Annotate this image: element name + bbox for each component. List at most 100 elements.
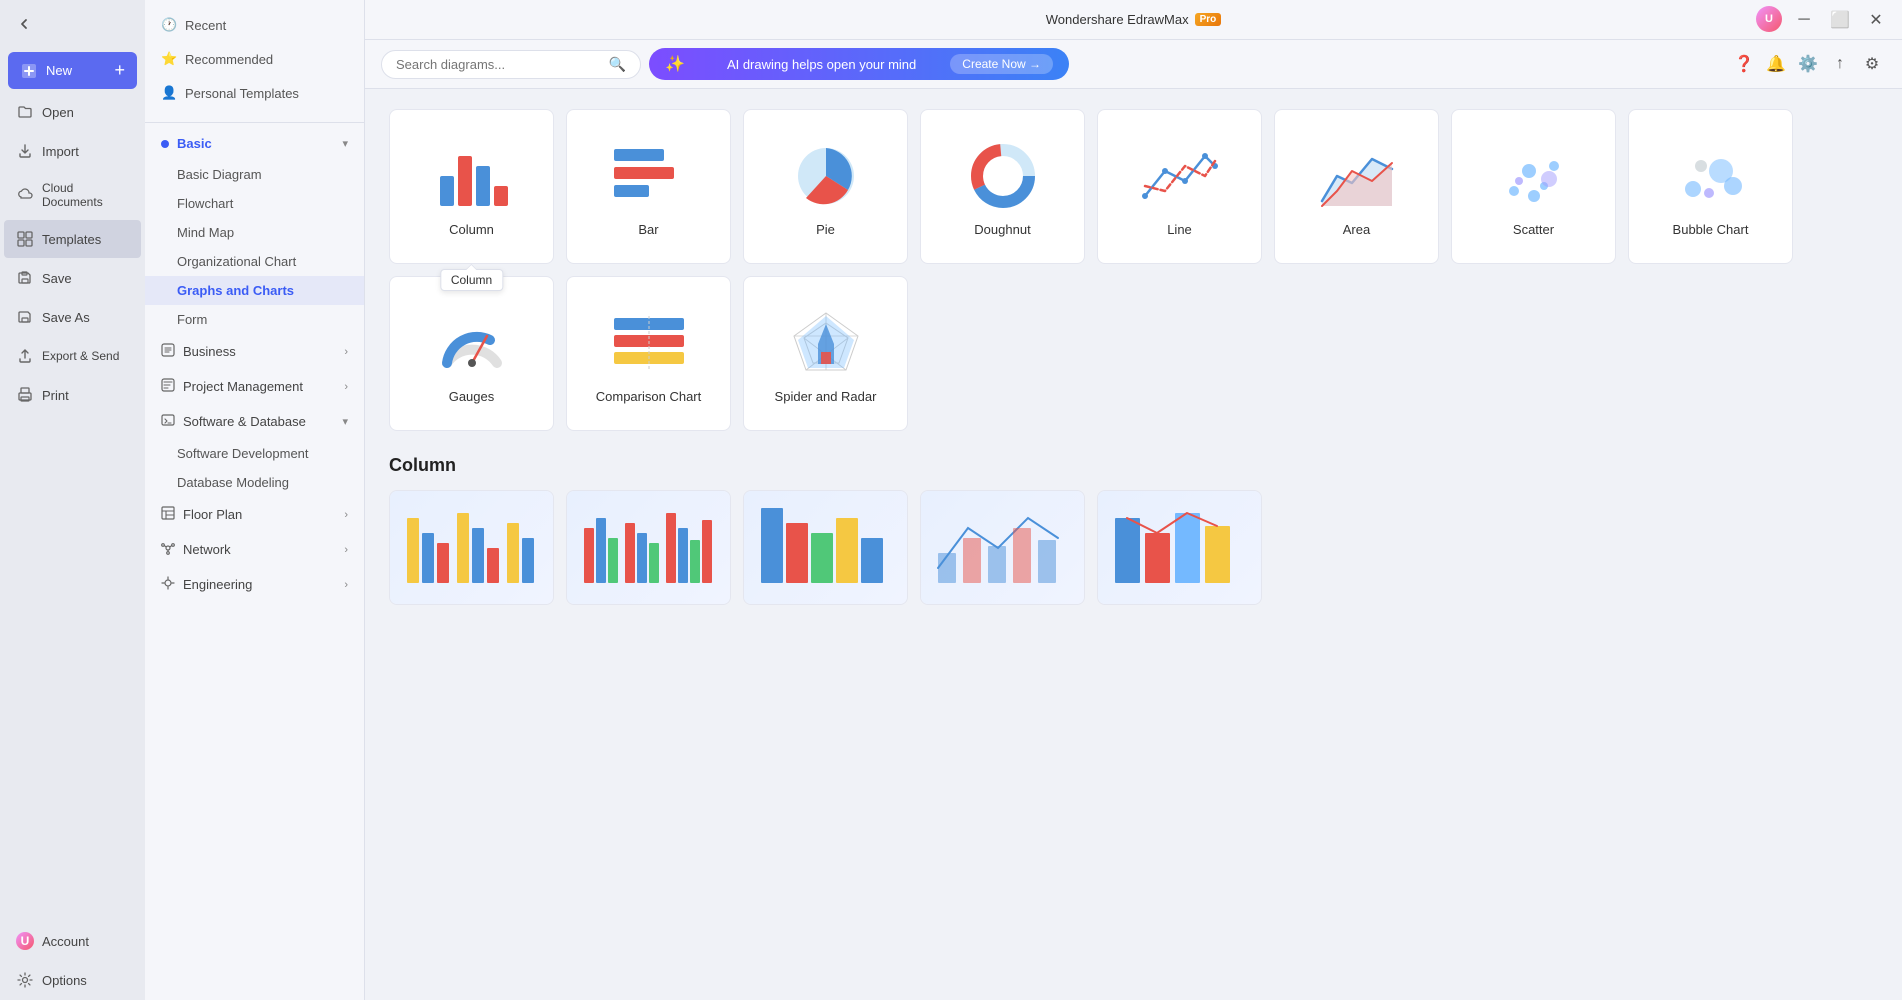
open-label: Open xyxy=(42,105,74,120)
top-user-avatar[interactable]: U xyxy=(1756,6,1782,32)
import-label: Import xyxy=(42,144,79,159)
bar-label: Bar xyxy=(638,222,658,237)
template-thumb-5 xyxy=(1098,491,1261,604)
middle-sub-db-modeling[interactable]: Database Modeling xyxy=(145,468,364,497)
chart-card-spider[interactable]: Spider and Radar xyxy=(743,276,908,431)
middle-floor[interactable]: Floor Plan › xyxy=(145,497,364,532)
user-avatar: U xyxy=(16,932,34,950)
template-thumb-4 xyxy=(921,491,1084,604)
business-icon xyxy=(161,343,175,360)
settings-icon[interactable]: ⚙ xyxy=(1858,50,1886,78)
sidebar-item-export[interactable]: Export & Send xyxy=(4,337,141,375)
column-label: Column xyxy=(449,222,494,237)
section-label: Column xyxy=(389,455,1878,476)
middle-network[interactable]: Network › xyxy=(145,532,364,567)
middle-sub-mindmap[interactable]: Mind Map xyxy=(145,218,364,247)
project-label: Project Management xyxy=(183,379,303,394)
star-icon: ⭐ xyxy=(161,51,177,67)
person-icon: 👤 xyxy=(161,85,177,101)
middle-sub-graphs[interactable]: Graphs and Charts xyxy=(145,276,364,305)
network-chevron: › xyxy=(344,544,348,556)
area-label: Area xyxy=(1343,222,1370,237)
search-box[interactable]: 🔍 xyxy=(381,50,641,79)
sidebar-item-new[interactable]: New + xyxy=(8,52,137,89)
column-tooltip: Column xyxy=(440,269,503,291)
middle-basic[interactable]: Basic ▾ xyxy=(145,127,364,160)
help-icon[interactable]: ❓ xyxy=(1730,50,1758,78)
recommended-label: Recommended xyxy=(185,52,273,67)
middle-personal[interactable]: 👤 Personal Templates xyxy=(145,76,364,110)
template-card-5[interactable] xyxy=(1097,490,1262,605)
middle-project[interactable]: Project Management › xyxy=(145,369,364,404)
chart-card-line[interactable]: Line xyxy=(1097,109,1262,264)
software-chevron: ▾ xyxy=(342,415,348,428)
sidebar-item-cloud[interactable]: Cloud Documents xyxy=(4,171,141,219)
business-label: Business xyxy=(183,344,236,359)
middle-business[interactable]: Business › xyxy=(145,334,364,369)
template-card-2[interactable] xyxy=(566,490,731,605)
maximize-button[interactable]: ⬜ xyxy=(1826,6,1854,34)
chart-card-doughnut[interactable]: Doughnut xyxy=(920,109,1085,264)
minimize-button[interactable]: ─ xyxy=(1790,6,1818,34)
middle-sub-software-dev[interactable]: Software Development xyxy=(145,439,364,468)
chart-card-bubble[interactable]: Bubble Chart xyxy=(1628,109,1793,264)
software-icon xyxy=(161,413,175,430)
middle-sub-basic-diagram[interactable]: Basic Diagram xyxy=(145,160,364,189)
save-icon xyxy=(16,269,34,287)
template-card-1[interactable] xyxy=(389,490,554,605)
chart-card-scatter[interactable]: Scatter xyxy=(1451,109,1616,264)
back-button[interactable] xyxy=(8,8,40,40)
engineering-icon xyxy=(161,576,175,593)
middle-recent[interactable]: 🕐 Recent xyxy=(145,8,364,42)
close-button[interactable]: ✕ xyxy=(1862,6,1890,34)
line-thumb xyxy=(1135,136,1225,216)
business-chevron: › xyxy=(344,346,348,358)
main-content: Wondershare EdrawMax Pro U ─ ⬜ ✕ 🔍 ✨ AI … xyxy=(365,0,1902,1000)
template-grid xyxy=(389,490,1878,605)
chart-card-gauges[interactable]: Gauges xyxy=(389,276,554,431)
engineering-chevron: › xyxy=(344,579,348,591)
engineering-label: Engineering xyxy=(183,577,252,592)
save-label: Save xyxy=(42,271,72,286)
sidebar-item-options[interactable]: Options xyxy=(4,961,141,999)
basic-bullet xyxy=(161,140,169,148)
sidebar-item-save[interactable]: Save xyxy=(4,259,141,297)
bell-icon[interactable]: 🔔 xyxy=(1762,50,1790,78)
chart-card-area[interactable]: Area xyxy=(1274,109,1439,264)
chart-card-bar[interactable]: Bar xyxy=(566,109,731,264)
sidebar-item-account[interactable]: U Account xyxy=(4,922,141,960)
middle-software[interactable]: Software & Database ▾ xyxy=(145,404,364,439)
chart-card-column[interactable]: Column Column xyxy=(389,109,554,264)
sidebar-item-open[interactable]: Open xyxy=(4,93,141,131)
content-area: Column Column Bar xyxy=(365,89,1902,625)
chart-card-comparison[interactable]: Comparison Chart xyxy=(566,276,731,431)
middle-sub-org[interactable]: Organizational Chart xyxy=(145,247,364,276)
sidebar-item-import[interactable]: Import xyxy=(4,132,141,170)
template-card-4[interactable] xyxy=(920,490,1085,605)
search-input[interactable] xyxy=(396,57,605,72)
recent-label: Recent xyxy=(185,18,226,33)
sidebar-item-templates[interactable]: Templates xyxy=(4,220,141,258)
template-thumb-1 xyxy=(390,491,553,604)
middle-sub-flowchart[interactable]: Flowchart xyxy=(145,189,364,218)
floor-icon xyxy=(161,506,175,523)
middle-engineering[interactable]: Engineering › xyxy=(145,567,364,602)
apps-icon[interactable]: ⚙️ xyxy=(1794,50,1822,78)
template-card-3[interactable] xyxy=(743,490,908,605)
sidebar-item-print[interactable]: Print xyxy=(4,376,141,414)
title-bar: Wondershare EdrawMax Pro U ─ ⬜ ✕ xyxy=(365,0,1902,40)
middle-sub-form[interactable]: Form xyxy=(145,305,364,334)
middle-recommended[interactable]: ⭐ Recommended xyxy=(145,42,364,76)
ai-cta[interactable]: Create Now → xyxy=(950,54,1053,74)
save-as-icon xyxy=(16,308,34,326)
middle-panel: 🕐 Recent ⭐ Recommended 👤 Personal Templa… xyxy=(145,0,365,1000)
area-thumb xyxy=(1312,136,1402,216)
gauges-label: Gauges xyxy=(449,389,495,404)
project-icon xyxy=(161,378,175,395)
spider-thumb xyxy=(781,303,871,383)
chart-card-pie[interactable]: Pie xyxy=(743,109,908,264)
open-icon xyxy=(16,103,34,121)
sidebar-item-save-as[interactable]: Save As xyxy=(4,298,141,336)
share-icon[interactable]: ↑ xyxy=(1826,50,1854,78)
ai-banner[interactable]: ✨ AI drawing helps open your mind Create… xyxy=(649,48,1069,80)
